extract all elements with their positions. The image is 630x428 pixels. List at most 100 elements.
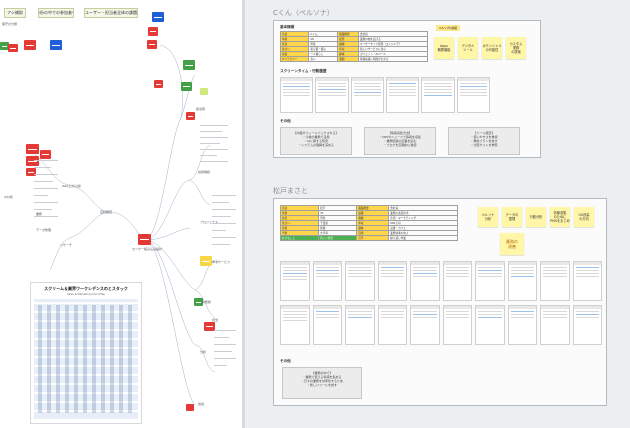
persona-m-frame[interactable]: 名前 松戸 職業概要 会社員 年齢 32 役職 業務の改善担当 性別 男性 職種… [273, 198, 607, 406]
cell: 好きなこと [279, 235, 320, 241]
persona-c-table: 名前 Cくん 職業概要 会社員 年齢 28 役所 業務の幅を広げる 性別 男性 … [279, 31, 429, 62]
persona-c-title: Cくん（ペルソナ） [273, 9, 334, 17]
central-node-note[interactable] [138, 234, 151, 245]
leaf-list-1 [200, 125, 228, 167]
persona-c-note-2[interactable]: 【情報収集方法】 ・SNSやニュースで情報を収集 ・業務関連の記事を読む ・ブロ… [364, 127, 436, 155]
screen-thumb[interactable] [385, 77, 420, 113]
screen-thumb[interactable] [280, 305, 310, 345]
cell: 情報収集に時間がかかる [357, 56, 429, 62]
cell: 課題 [337, 56, 359, 62]
screen-thumb[interactable] [540, 261, 570, 301]
screen-thumb[interactable] [312, 305, 342, 345]
branch-label-1: 自社調査 [100, 210, 113, 214]
leaf-list-4 [34, 160, 58, 223]
persona-m-sticky-2[interactable]: データの 整理 [502, 207, 522, 227]
persona-m-sticky-3[interactable]: 行動分析 [526, 207, 546, 227]
screen-thumb[interactable] [345, 261, 375, 301]
persona-m-screens-row-1 [280, 261, 602, 301]
persona-m-title: 松戸まさと [273, 187, 308, 195]
embedded-slide[interactable]: スクリーム＆業界ワークレデンスのとスタック Sales & Marketing … [30, 282, 142, 424]
persona-m-other-heading: その他 [280, 359, 291, 363]
note-red-3[interactable] [24, 40, 36, 50]
persona-c-sticky-2[interactable]: デジタル ツール [458, 37, 478, 59]
note-red-2[interactable] [147, 40, 157, 49]
persona-c-note-1[interactable]: 【内容がフィードバックされる】 ・今後の業務で活用 ・AIに関する知見 ・システ… [280, 127, 352, 155]
branch-label-13: データ整理 [36, 228, 52, 232]
branch-label-11: 仮説 [198, 402, 205, 406]
screen-thumb[interactable] [507, 261, 537, 301]
note-red-4[interactable] [8, 44, 18, 52]
topic-button-2[interactable]: 分析の中での参加者を [38, 8, 74, 18]
leaf-list-3 [214, 330, 236, 372]
top-label: 保守の分類 [2, 22, 18, 26]
note-red-12[interactable] [186, 404, 194, 411]
topic-button-3[interactable]: 各ユーザー・担当者全体の課題は [84, 8, 138, 18]
persona-c-note-3[interactable]: 【ツール選定】 ・使いやすさを重視 ・無料プランを試す ・比較サイトを参照 [448, 127, 520, 155]
screen-thumb[interactable] [456, 77, 490, 113]
persona-m-table: 名前 松戸 職業概要 会社員 年齢 32 役職 業務の改善担当 性別 男性 職種… [279, 205, 458, 241]
branch-label-5: リサーチ [60, 243, 73, 247]
screen-thumb[interactable] [507, 305, 537, 345]
persona-c-frame[interactable]: 基本情報 名前 Cくん 職業概要 会社員 年齢 28 役所 業務の幅を広げる 性… [273, 20, 541, 158]
screen-thumb[interactable] [421, 77, 455, 113]
cell: 高い [308, 56, 339, 62]
mindmap-panel[interactable]: アシ補助 分析の中での参加者を 各ユーザー・担当者全体の課題は 保守の分類 自社… [0, 0, 242, 428]
persona-c-sticky-3[interactable]: ポテンシャル の可能性 [482, 37, 502, 59]
screen-thumb[interactable] [475, 261, 505, 301]
note-green-3[interactable] [181, 82, 192, 91]
persona-m-sticky-1[interactable]: ペルソナ 分析 [478, 207, 498, 227]
screen-thumb[interactable] [572, 261, 602, 301]
note-lime-1[interactable] [200, 88, 208, 95]
persona-c-sticky-1[interactable]: Apps 職業機能 [434, 37, 454, 59]
branch-label-3: Web上の公開 [62, 184, 81, 188]
screen-thumb[interactable] [442, 261, 472, 301]
persona-c-basic-heading: 基本情報 [280, 25, 295, 29]
screen-thumb[interactable] [350, 77, 384, 113]
note-blue-1[interactable] [152, 12, 164, 22]
screen-thumb[interactable] [442, 305, 472, 345]
screen-thumb[interactable] [345, 305, 375, 345]
screen-thumb[interactable] [312, 261, 342, 301]
persona-c-sticky-label: ペルソナの前提 [436, 25, 460, 31]
persona-m-note[interactable]: 【業務の中で】 ・業務で使える情報を集める ・日々の業務を効率化するため ・新し… [282, 367, 362, 399]
note-red-6[interactable] [186, 112, 195, 120]
screen-thumb[interactable] [572, 305, 602, 345]
branch-label-2: センサー組み込み設計 [132, 247, 163, 251]
note-red-9[interactable] [40, 150, 51, 159]
cell: ITリテラシー [279, 56, 310, 62]
screen-thumb[interactable] [377, 261, 407, 301]
topic-button-1[interactable]: アシ補助 [4, 8, 26, 18]
slide-subtitle: Sales & Marketing Cloud Map [66, 293, 106, 296]
note-red-7[interactable] [26, 144, 39, 154]
persona-c-sticky-4[interactable]: カスタム 業務 の提案 [506, 37, 526, 59]
branch-label-6: 担当者 [196, 107, 206, 111]
screen-thumb[interactable] [280, 77, 314, 113]
cell: 新しい発見 [318, 235, 358, 241]
screen-thumb[interactable] [540, 305, 570, 345]
persona-c-other-heading: その他 [280, 119, 291, 123]
branch-label-10: 分析 [200, 350, 207, 354]
screen-thumb[interactable] [410, 305, 440, 345]
branch-label-7: 採用規模 [198, 170, 211, 174]
persona-m-sticky-5[interactable]: UX改善 の方向 [574, 207, 594, 227]
persona-m-sticky-4[interactable]: 情報収集 のために PMSをまとめ [550, 207, 570, 227]
screen-thumb[interactable] [315, 77, 349, 113]
cell: 苦手 [356, 235, 390, 241]
leaf-list-2 [212, 195, 236, 251]
screen-thumb[interactable] [377, 305, 407, 345]
slide-logo-grid [34, 299, 138, 419]
note-red-5[interactable] [154, 80, 163, 88]
note-red-1[interactable] [148, 27, 158, 36]
cell: 繰り返し作業 [388, 235, 458, 241]
note-blue-2[interactable] [50, 40, 62, 50]
screen-thumb[interactable] [475, 305, 505, 345]
branch-label-4: AI分析 [4, 195, 13, 199]
note-green-4[interactable] [194, 298, 203, 306]
screen-thumb[interactable] [280, 261, 310, 301]
slide-title: スクリーム＆業界ワークレデンスのとスタック [44, 286, 128, 291]
persona-m-sticky-big[interactable]: 業務の 改善 [500, 233, 524, 255]
screen-thumb[interactable] [410, 261, 440, 301]
note-green-2[interactable] [183, 60, 195, 70]
note-yellow-1[interactable] [200, 256, 212, 266]
persona-m-screens-row-2 [280, 305, 602, 345]
